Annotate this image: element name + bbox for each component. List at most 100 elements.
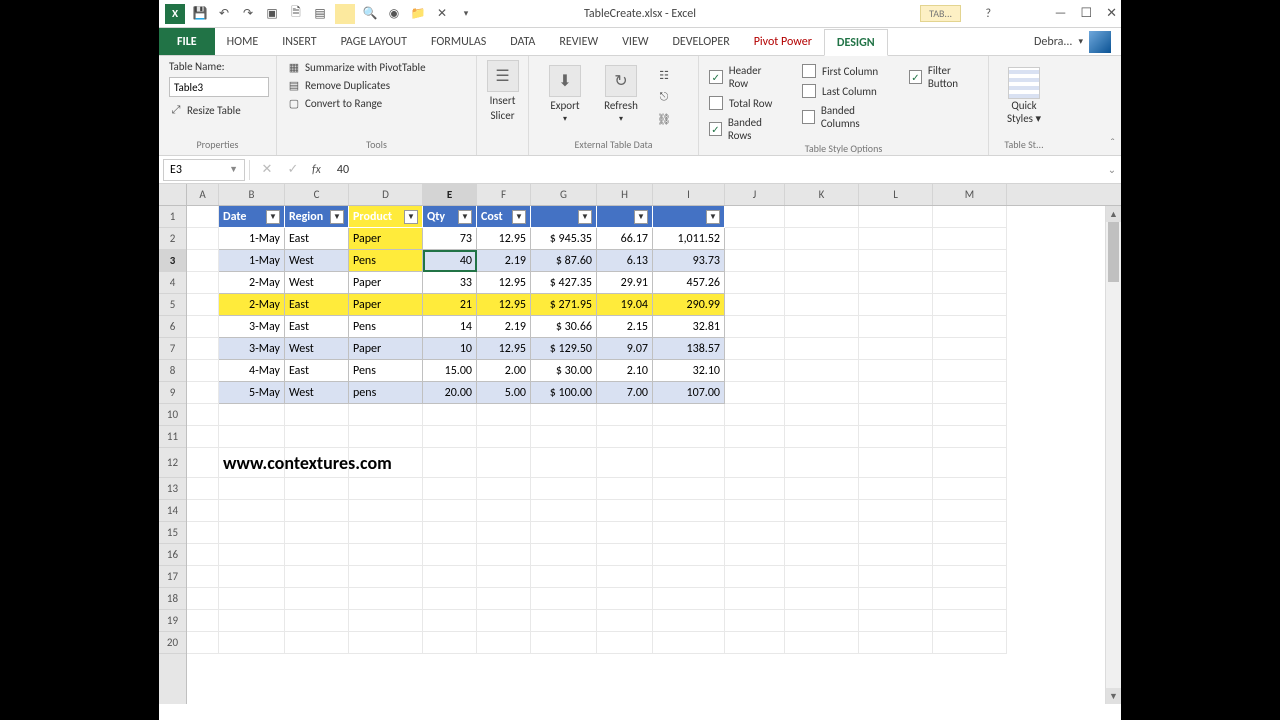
cell[interactable]: 14 <box>423 316 477 338</box>
cell[interactable] <box>785 544 859 566</box>
cell[interactable] <box>859 544 933 566</box>
cell[interactable] <box>725 588 785 610</box>
cell[interactable] <box>725 382 785 404</box>
grid[interactable]: Date▼Region▼Product▼Qty▼Cost▼▼▼▼1-MayEas… <box>187 206 1121 654</box>
cell[interactable]: ▼ <box>531 206 597 228</box>
row-header-13[interactable]: 13 <box>159 478 186 500</box>
cell[interactable]: West <box>285 250 349 272</box>
row-header-16[interactable]: 16 <box>159 544 186 566</box>
row-header-2[interactable]: 2 <box>159 228 186 250</box>
cell[interactable]: $ 271.95 <box>531 294 597 316</box>
cell[interactable] <box>423 566 477 588</box>
cell[interactable] <box>933 544 1007 566</box>
cell[interactable]: 2.15 <box>597 316 653 338</box>
cell[interactable] <box>859 228 933 250</box>
cell[interactable] <box>933 448 1007 478</box>
tab-pivot-power[interactable]: Pivot Power <box>742 28 824 55</box>
cell[interactable] <box>933 588 1007 610</box>
cell[interactable]: $ 30.66 <box>531 316 597 338</box>
resize-table-button[interactable]: ⤢ Resize Table <box>169 103 266 117</box>
cell[interactable]: 32.81 <box>653 316 725 338</box>
opt-filter-button[interactable]: ✓Filter Button <box>909 64 978 90</box>
cell[interactable]: 20.00 <box>423 382 477 404</box>
cell[interactable]: 40 <box>423 250 477 272</box>
cell[interactable] <box>187 206 219 228</box>
cell[interactable] <box>597 566 653 588</box>
opt-first-column[interactable]: First Column <box>802 64 889 78</box>
cell[interactable]: 4-May <box>219 360 285 382</box>
cell[interactable]: Pens <box>349 250 423 272</box>
cell[interactable] <box>187 316 219 338</box>
cell[interactable] <box>725 294 785 316</box>
cell[interactable]: Qty▼ <box>423 206 477 228</box>
row-header-18[interactable]: 18 <box>159 588 186 610</box>
cell[interactable] <box>785 272 859 294</box>
cell[interactable]: Paper <box>349 228 423 250</box>
cell[interactable]: ▼ <box>597 206 653 228</box>
cell[interactable]: pens <box>349 382 423 404</box>
table-name-input[interactable] <box>169 77 269 97</box>
cancel-formula-icon[interactable]: ✕ <box>254 162 280 177</box>
cell[interactable] <box>785 294 859 316</box>
filter-dropdown-icon[interactable]: ▼ <box>266 210 280 224</box>
cell[interactable] <box>785 632 859 654</box>
row-header-9[interactable]: 9 <box>159 382 186 404</box>
cell[interactable] <box>187 610 219 632</box>
account-dropdown-icon[interactable]: ▾ <box>1078 36 1083 47</box>
cell[interactable] <box>423 588 477 610</box>
tab-data[interactable]: DATA <box>498 28 547 55</box>
cell[interactable]: $ 945.35 <box>531 228 597 250</box>
name-box-dropdown-icon[interactable]: ▼ <box>229 164 238 175</box>
cell[interactable]: 2.00 <box>477 360 531 382</box>
cell[interactable] <box>725 478 785 500</box>
cell[interactable]: 7.00 <box>597 382 653 404</box>
cell[interactable] <box>285 500 349 522</box>
cell[interactable] <box>653 478 725 500</box>
account-area[interactable]: Debra... ▾ <box>1034 28 1121 55</box>
cell[interactable] <box>477 426 531 448</box>
cell[interactable] <box>349 610 423 632</box>
footer-url[interactable]: www.contextures.com <box>219 448 285 478</box>
cell[interactable] <box>187 294 219 316</box>
cell[interactable] <box>653 566 725 588</box>
enter-formula-icon[interactable]: ✓ <box>280 162 306 177</box>
cell[interactable] <box>597 426 653 448</box>
convert-range-button[interactable]: ▢ Convert to Range <box>287 96 466 110</box>
cell[interactable] <box>597 478 653 500</box>
cell[interactable] <box>477 588 531 610</box>
cell[interactable] <box>785 382 859 404</box>
cell[interactable] <box>349 566 423 588</box>
tab-home[interactable]: HOME <box>215 28 271 55</box>
cell[interactable] <box>859 272 933 294</box>
cell[interactable] <box>859 404 933 426</box>
tab-review[interactable]: REVIEW <box>547 28 610 55</box>
cell[interactable]: 10 <box>423 338 477 360</box>
cell[interactable] <box>219 478 285 500</box>
summarize-pivot-button[interactable]: ▦ Summarize with PivotTable <box>287 60 466 74</box>
calendar-icon[interactable]: ▤ <box>311 5 329 23</box>
cell[interactable] <box>785 250 859 272</box>
column-header-J[interactable]: J <box>725 184 785 205</box>
cell[interactable] <box>859 250 933 272</box>
tab-page-layout[interactable]: PAGE LAYOUT <box>329 28 419 55</box>
open-browser-icon[interactable]: ⎋ <box>655 88 673 106</box>
cell[interactable] <box>531 522 597 544</box>
cell[interactable]: 1-May <box>219 250 285 272</box>
cell[interactable] <box>785 228 859 250</box>
cell[interactable] <box>349 522 423 544</box>
column-header-M[interactable]: M <box>933 184 1007 205</box>
cell[interactable]: 290.99 <box>653 294 725 316</box>
cell[interactable] <box>531 566 597 588</box>
properties-icon[interactable]: ☷ <box>655 66 673 84</box>
scroll-down-icon[interactable]: ▼ <box>1106 688 1121 704</box>
folder-icon[interactable]: 📁 <box>409 5 427 23</box>
cell[interactable] <box>725 272 785 294</box>
cell[interactable] <box>933 632 1007 654</box>
cell[interactable] <box>423 632 477 654</box>
cell[interactable]: Pens <box>349 360 423 382</box>
cell[interactable] <box>653 588 725 610</box>
cell[interactable] <box>933 272 1007 294</box>
filter-dropdown-icon[interactable]: ▼ <box>458 210 472 224</box>
cell[interactable] <box>187 382 219 404</box>
cell[interactable] <box>423 500 477 522</box>
